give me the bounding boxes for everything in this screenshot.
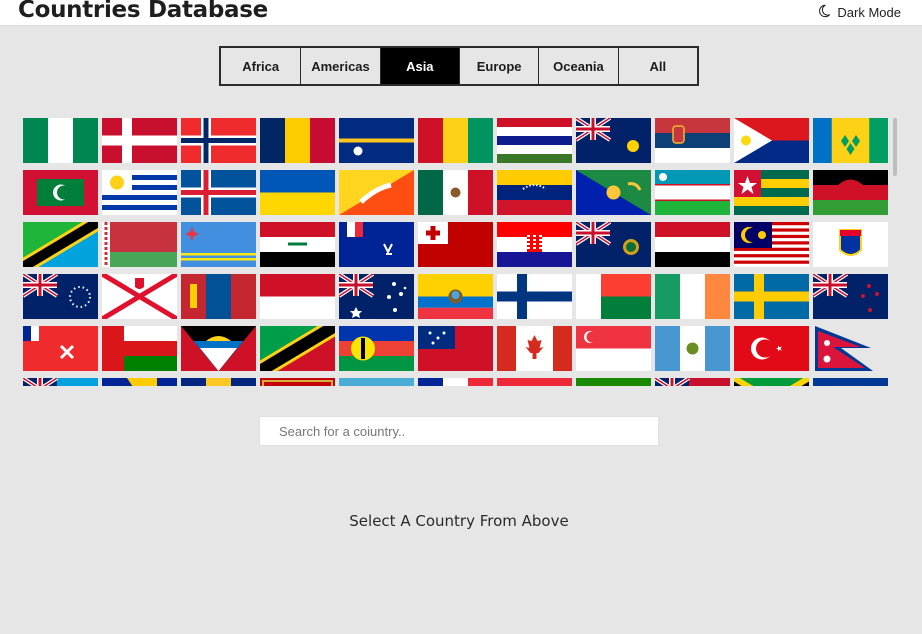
flag-french-southern-territories[interactable] [339, 222, 414, 267]
app-title: Countries Database [18, 0, 268, 23]
flag-finland[interactable] [497, 274, 572, 319]
flag-mexico[interactable] [418, 170, 493, 215]
country-search-input[interactable] [259, 416, 659, 446]
flag-gallery[interactable] [20, 114, 898, 386]
tab-americas[interactable]: Americas [300, 48, 379, 84]
flag-france[interactable] [418, 378, 493, 386]
app-header: Countries Database Dark Mode [0, 0, 922, 26]
flag-montenegro[interactable] [260, 378, 335, 386]
flag-iraq[interactable] [260, 222, 335, 267]
flag-saint-kitts-and-nevis[interactable] [260, 326, 335, 371]
flag-jamaica[interactable] [734, 378, 809, 386]
flag-belarus[interactable] [102, 222, 177, 267]
flag-singapore[interactable] [576, 326, 651, 371]
flag-sweden[interactable] [734, 274, 809, 319]
flag-chad[interactable] [260, 118, 335, 163]
dark-mode-label: Dark Mode [837, 5, 901, 20]
tab-oceania[interactable]: Oceania [538, 48, 617, 84]
flag-madagascar[interactable] [576, 274, 651, 319]
flag-austria[interactable] [497, 378, 572, 386]
flag-bermuda[interactable] [655, 378, 730, 386]
flag-saint-vincent-and-the-grenadines[interactable] [813, 118, 888, 163]
flag-bhutan[interactable] [339, 170, 414, 215]
selection-prompt: Select A Country From Above [349, 512, 569, 530]
flag-nauru[interactable] [339, 118, 414, 163]
flag-palau[interactable] [339, 378, 414, 386]
flag-wallis-and-futuna[interactable] [23, 326, 98, 371]
flag-malawi[interactable] [813, 170, 888, 215]
flag-sint-maarten[interactable] [734, 118, 809, 163]
flag-saint-barthelemy[interactable] [813, 222, 888, 267]
flag-heard-island-and-mcdonald-islands[interactable] [339, 274, 414, 319]
tab-asia[interactable]: Asia [379, 48, 459, 84]
flag-malaysia[interactable] [734, 222, 809, 267]
flag-yemen[interactable] [655, 222, 730, 267]
flag-guatemala[interactable] [655, 326, 730, 371]
flag-new-zealand[interactable] [813, 274, 888, 319]
flag-new-caledonia[interactable] [339, 326, 414, 371]
flag-gallery-scrollbar[interactable] [893, 118, 897, 176]
flag-togo[interactable] [734, 170, 809, 215]
flag-tonga[interactable] [418, 222, 493, 267]
flag-ecuador[interactable] [418, 274, 493, 319]
flag-jersey[interactable] [102, 274, 177, 319]
flag-iceland[interactable] [181, 170, 256, 215]
tab-europe[interactable]: Europe [458, 48, 538, 84]
flag-canada[interactable] [497, 326, 572, 371]
flag-nepal[interactable] [813, 326, 888, 371]
flag-denmark[interactable] [102, 118, 177, 163]
flag-aruba[interactable] [181, 222, 256, 267]
flag-marshall-islands[interactable] [813, 378, 888, 386]
flag-grid [23, 118, 888, 386]
tab-all[interactable]: All [617, 48, 697, 84]
flag-maldives[interactable] [23, 170, 98, 215]
flag-turks-and-caicos-islands[interactable] [576, 118, 651, 163]
flag-venezuela[interactable] [497, 170, 572, 215]
flag-zambia[interactable] [576, 378, 651, 386]
flag-norway[interactable] [181, 118, 256, 163]
flag-south-georgia[interactable] [576, 222, 651, 267]
flag-turkey[interactable] [734, 326, 809, 371]
flag-christmas-island[interactable] [576, 170, 651, 215]
flag-mongolia[interactable] [181, 274, 256, 319]
flag-barbados[interactable] [181, 378, 256, 386]
tab-africa[interactable]: Africa [221, 48, 300, 84]
dark-mode-toggle[interactable]: Dark Mode [817, 4, 901, 21]
flag-oman[interactable] [102, 326, 177, 371]
flag-serbia[interactable] [655, 118, 730, 163]
flag-tuvalu[interactable] [23, 378, 98, 386]
flag-tanzania[interactable] [23, 222, 98, 267]
region-tabs: Africa Americas Asia Europe Oceania All [219, 46, 699, 86]
moon-icon [817, 4, 831, 21]
flag-ukraine[interactable] [260, 170, 335, 215]
flag-bosnia-and-herzegovina[interactable] [102, 378, 177, 386]
flag-guinea[interactable] [418, 118, 493, 163]
flag-ireland[interactable] [655, 274, 730, 319]
flag-croatia[interactable] [497, 222, 572, 267]
flag-cook-islands[interactable] [23, 274, 98, 319]
flag-uruguay[interactable] [102, 170, 177, 215]
flag-indonesia[interactable] [260, 274, 335, 319]
flag-antigua-and-barbuda[interactable] [181, 326, 256, 371]
flag-gambia[interactable] [497, 118, 572, 163]
flag-samoa[interactable] [418, 326, 493, 371]
flag-uzbekistan[interactable] [655, 170, 730, 215]
flag-nigeria[interactable] [23, 118, 98, 163]
